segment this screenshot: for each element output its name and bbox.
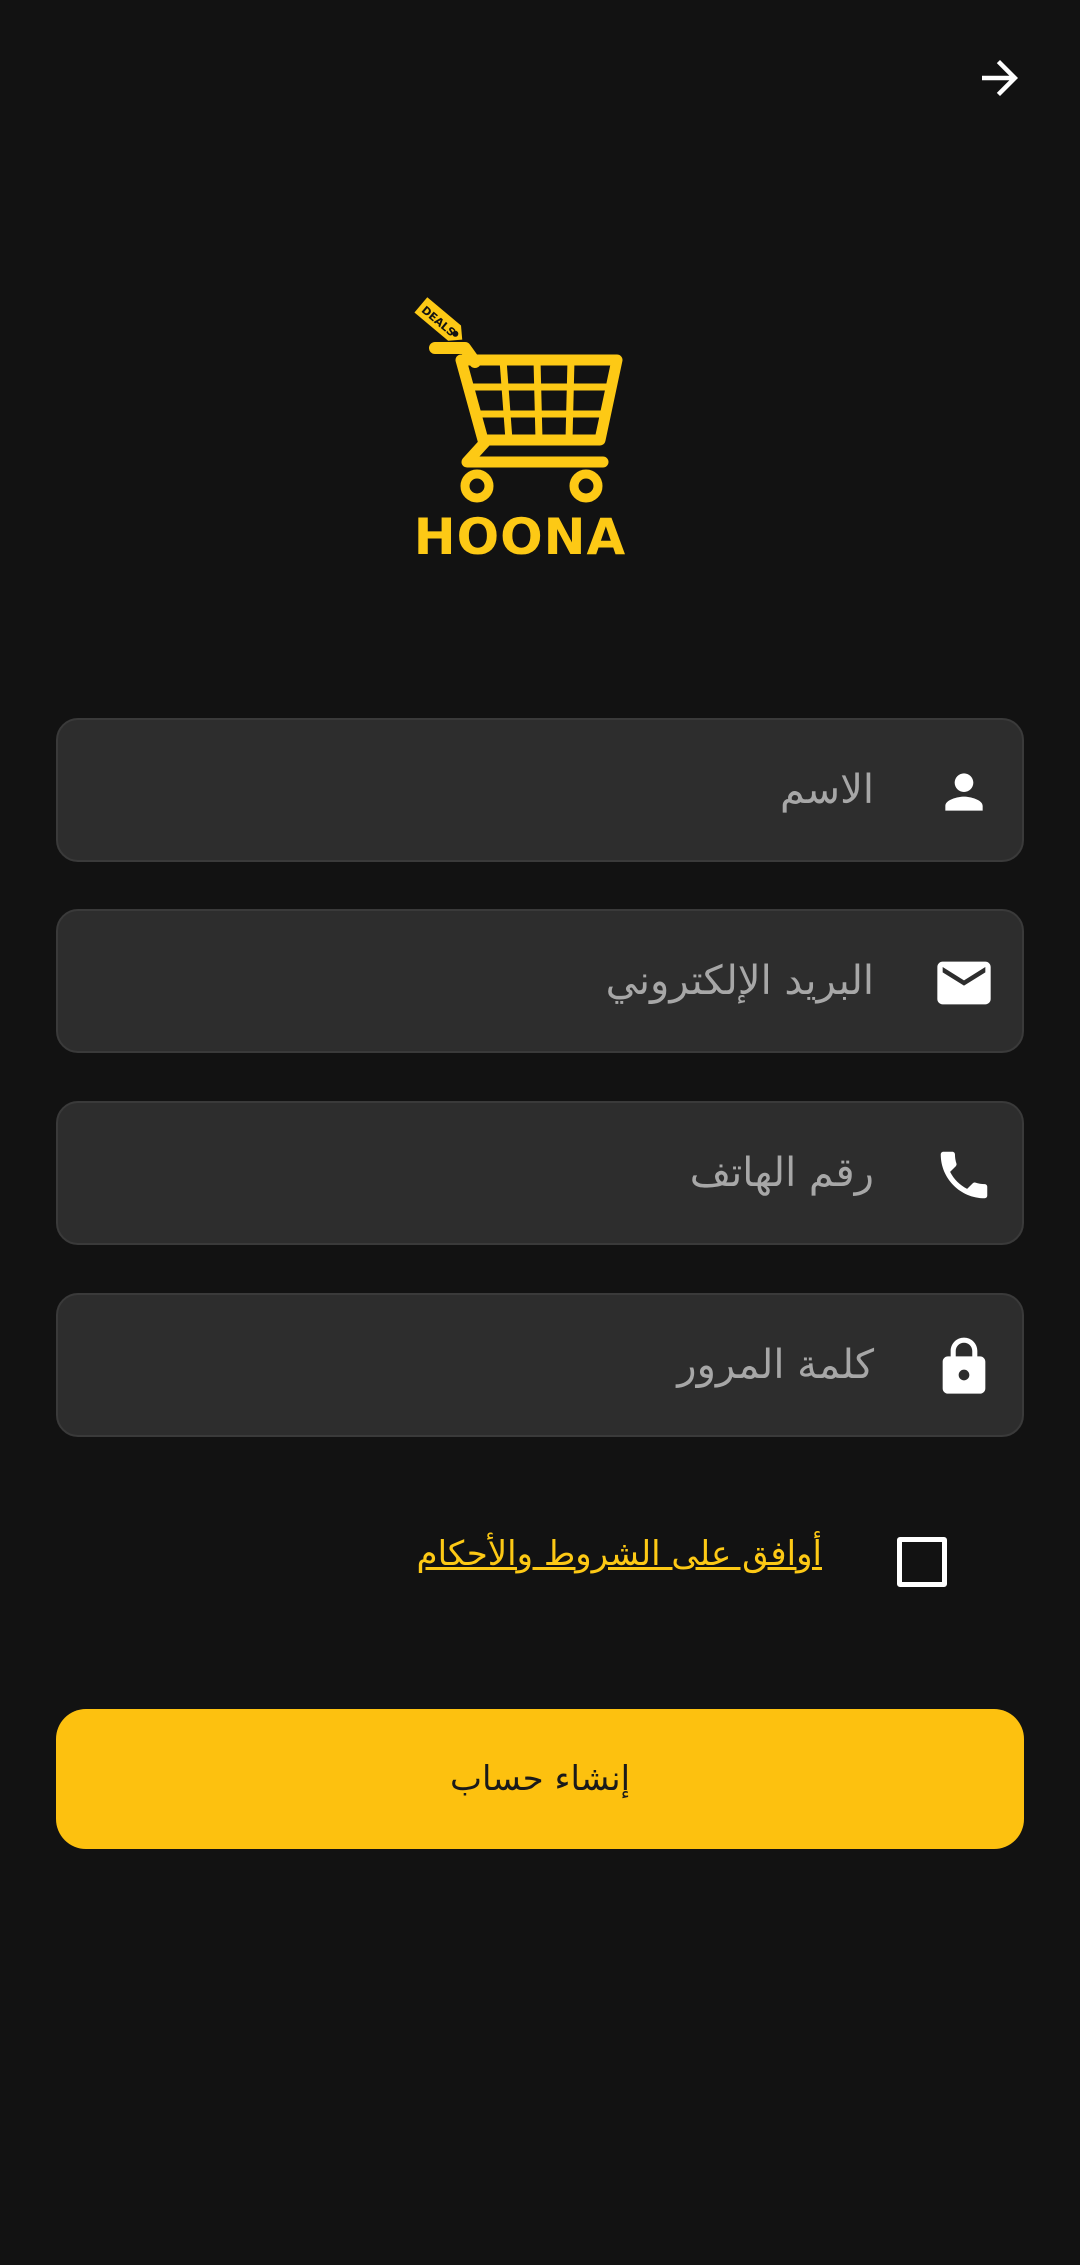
person-icon	[926, 754, 1002, 830]
password-placeholder: كلمة المرور	[677, 1342, 874, 1388]
app-logo: DEALS HOONA	[395, 290, 655, 570]
phone-field[interactable]: رقم الهاتف	[56, 1101, 1024, 1245]
password-field[interactable]: كلمة المرور	[56, 1293, 1024, 1437]
shopping-cart-icon: DEALS	[414, 297, 623, 503]
terms-link[interactable]: أوافق على الشروط والأحكام	[417, 1534, 822, 1574]
phone-icon	[926, 1137, 1002, 1213]
email-field[interactable]: البريد الإلكتروني	[56, 909, 1024, 1053]
arrow-right-icon	[982, 60, 1018, 96]
envelope-icon	[926, 945, 1002, 1021]
create-account-label: إنشاء حساب	[449, 1759, 631, 1799]
phone-placeholder: رقم الهاتف	[689, 1150, 874, 1196]
email-placeholder: البريد الإلكتروني	[605, 958, 874, 1004]
brand-name: HOONA	[413, 508, 627, 566]
lock-icon	[926, 1329, 1002, 1405]
back-button[interactable]	[970, 48, 1030, 108]
terms-checkbox[interactable]	[897, 1537, 947, 1587]
name-placeholder: الاسم	[779, 767, 874, 813]
create-account-button[interactable]: إنشاء حساب	[56, 1709, 1024, 1849]
name-field[interactable]: الاسم	[56, 718, 1024, 862]
